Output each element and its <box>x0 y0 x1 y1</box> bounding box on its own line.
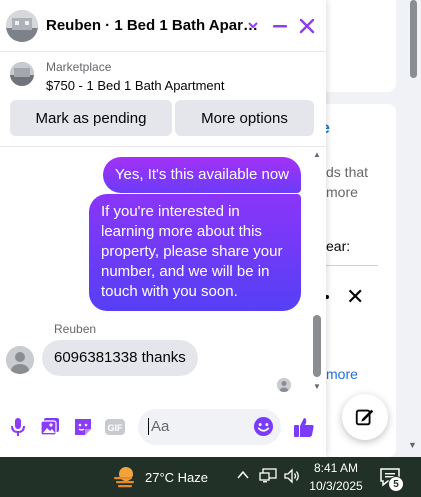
sender-name: Reuben <box>54 322 97 336</box>
marketplace-listing-banner: Marketplace $750 - 1 Bed 1 Bath Apartmen… <box>0 52 326 147</box>
thumbs-up-icon[interactable] <box>292 415 316 439</box>
thread-scroll-down-arrow[interactable]: ▼ <box>313 382 321 391</box>
listing-title[interactable]: $750 - 1 Bed 1 Bath Apartment <box>46 78 225 93</box>
gif-label: GIF <box>108 423 124 433</box>
listing-source: Marketplace <box>46 60 112 74</box>
incoming-message[interactable]: 6096381338 thanks <box>42 340 198 376</box>
emoji-icon[interactable] <box>253 416 274 437</box>
background-text-3: ear: <box>326 238 351 254</box>
chat-window: Reuben · 1 Bed 1 Bath Apar… Marketplace … <box>0 0 326 457</box>
background-see-more-link[interactable]: more <box>326 366 358 382</box>
chevron-down-icon[interactable] <box>246 18 260 32</box>
weather-text[interactable]: 27°C Haze <box>145 470 208 485</box>
haze-weather-icon[interactable] <box>112 465 138 489</box>
chat-header[interactable]: Reuben · 1 Bed 1 Bath Apar… <box>0 0 326 52</box>
taskbar: 27°C Haze 8:41 AM 10/3/2025 5 <box>0 457 421 497</box>
contact-avatar[interactable] <box>6 10 38 42</box>
page-scrollbar-thumb[interactable] <box>410 0 417 78</box>
chat-title[interactable]: Reuben · 1 Bed 1 Bath Apar… <box>46 17 258 34</box>
message-thread[interactable]: ▲ Yes, It's this available now If you're… <box>0 148 326 396</box>
notification-count-badge: 5 <box>388 476 404 492</box>
sender-avatar[interactable] <box>6 346 34 374</box>
gif-icon[interactable]: GIF <box>104 416 126 438</box>
more-options-button[interactable]: More options <box>175 100 314 136</box>
thread-scroll-up-arrow[interactable]: ▲ <box>313 150 321 159</box>
seen-indicator-avatar <box>277 378 291 392</box>
message-composer: GIF <box>0 400 326 457</box>
new-message-button[interactable] <box>342 394 388 440</box>
clock-time[interactable]: 8:41 AM <box>313 461 359 475</box>
volume-icon[interactable] <box>283 468 301 484</box>
compose-icon <box>355 409 374 426</box>
clock-date[interactable]: 10/3/2025 <box>309 479 363 493</box>
show-hidden-icons-icon[interactable] <box>236 468 250 482</box>
background-text-2: more <box>326 184 358 200</box>
page-scroll-down-arrow[interactable]: ▼ <box>408 440 417 450</box>
background-close-icon[interactable]: ✕ <box>346 284 364 310</box>
thread-scrollbar-thumb[interactable] <box>313 315 321 377</box>
photo-icon[interactable] <box>39 416 61 438</box>
close-icon[interactable] <box>297 16 317 36</box>
network-icon[interactable] <box>259 468 277 484</box>
minimize-icon[interactable] <box>270 16 290 36</box>
background-divider <box>322 265 378 266</box>
message-input[interactable] <box>148 418 248 435</box>
microphone-icon[interactable] <box>7 416 29 438</box>
outgoing-message[interactable]: If you're interested in learning more ab… <box>89 194 301 311</box>
message-input-container[interactable] <box>138 409 281 445</box>
outgoing-message[interactable]: Yes, It's this available now <box>102 157 301 193</box>
background-text-1: ds that <box>326 164 369 180</box>
sticker-icon[interactable] <box>72 416 94 438</box>
mark-as-pending-button[interactable]: Mark as pending <box>10 100 172 136</box>
listing-thumbnail[interactable] <box>10 62 34 86</box>
